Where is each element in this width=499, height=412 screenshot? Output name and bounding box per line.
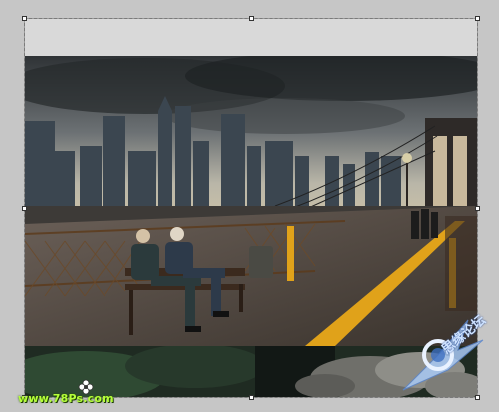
transform-handle-middle-right[interactable] xyxy=(475,206,480,211)
watermark-url: www.78Ps.com xyxy=(18,392,114,405)
transform-handle-bottom-center[interactable] xyxy=(249,395,254,400)
transform-handle-top-center[interactable] xyxy=(249,16,254,21)
transform-handle-middle-left[interactable] xyxy=(22,206,27,211)
transform-handle-top-right[interactable] xyxy=(475,16,480,21)
transform-handle-top-left[interactable] xyxy=(22,16,27,21)
